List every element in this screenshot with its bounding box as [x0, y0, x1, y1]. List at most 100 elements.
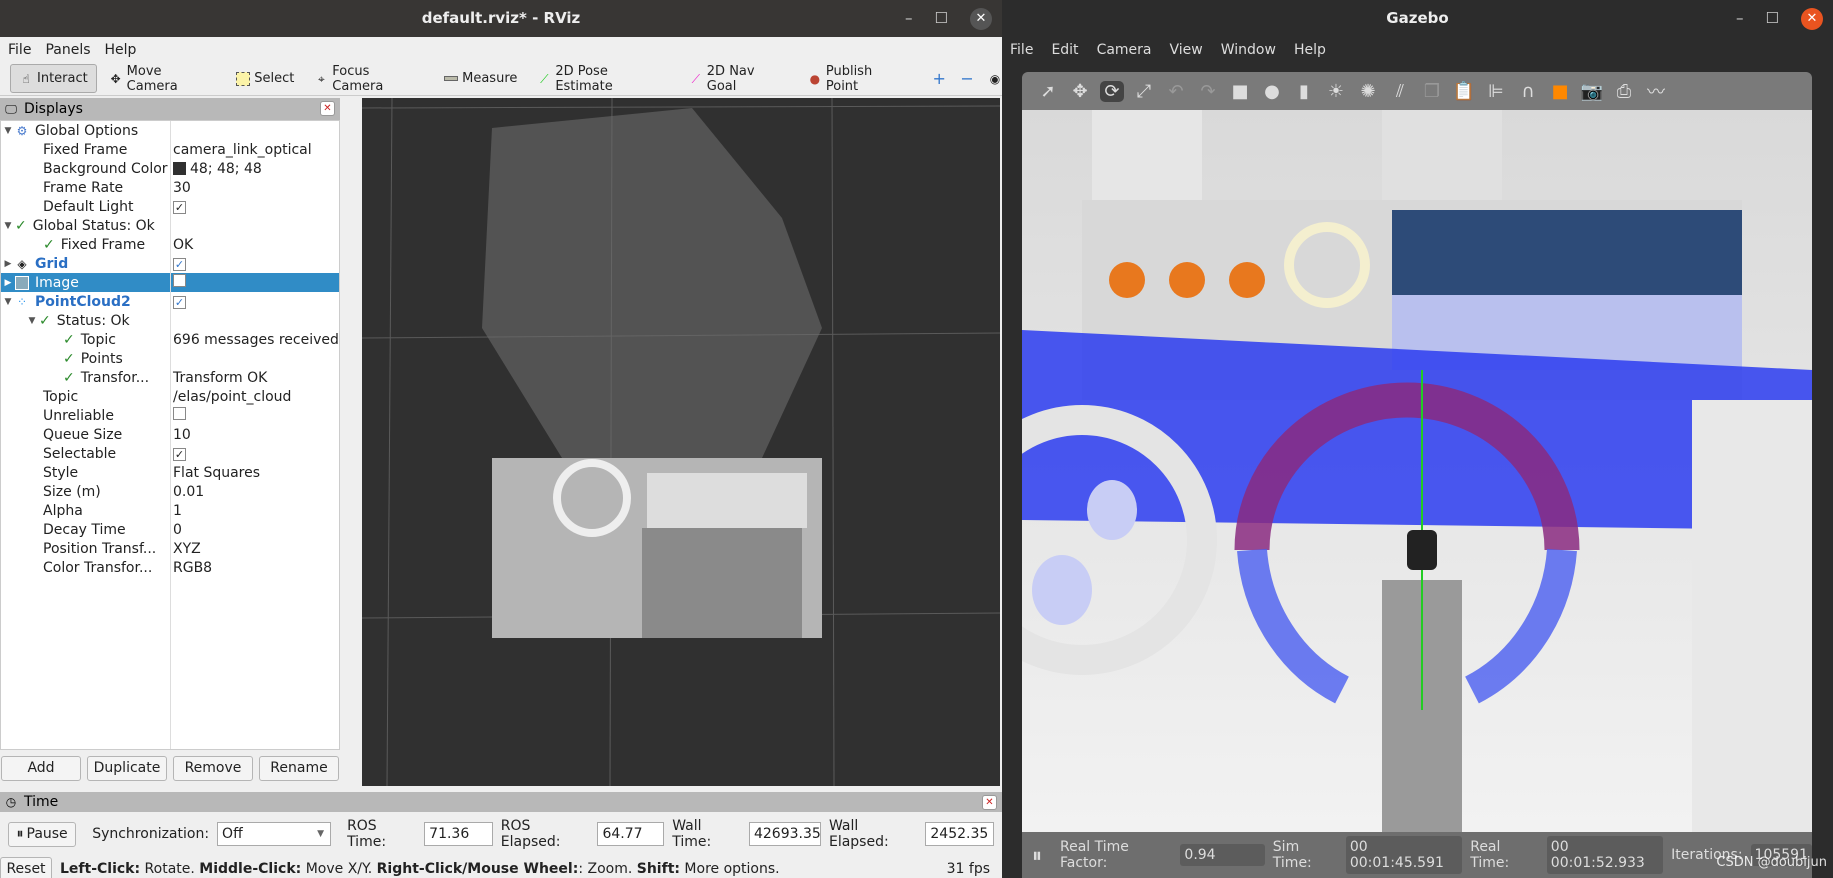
sphere-icon[interactable]: ● — [1260, 81, 1284, 102]
tree-row-grid[interactable]: ▶ ◈ Grid ✓ — [1, 254, 339, 273]
pause-icon[interactable]: ⏸ — [1032, 843, 1042, 867]
tree-row-unreliable[interactable]: Unreliable — [1, 406, 339, 425]
row-value[interactable]: 1 — [171, 503, 182, 519]
selectable-checkbox[interactable]: ✓ — [173, 447, 186, 461]
expand-arrow-icon[interactable]: ▼ — [1, 126, 15, 136]
wall-time-field[interactable]: 42693.35 — [748, 822, 821, 846]
tool-2d-pose-estimate[interactable]: ⟋ 2D Pose Estimate — [529, 58, 676, 100]
menu-help[interactable]: Help — [105, 42, 137, 58]
wall-elapsed-field[interactable]: 2452.35 — [925, 822, 994, 846]
screenshot-icon[interactable]: 📷 — [1580, 81, 1604, 102]
color-swatch[interactable] — [173, 161, 186, 175]
tree-row-frame-rate[interactable]: Frame Rate 30 — [1, 178, 339, 197]
minimize-button[interactable]: – — [1736, 0, 1744, 37]
box-icon[interactable]: ■ — [1228, 81, 1252, 102]
display-tree[interactable]: ▼ ⚙ Global Options Fixed Frame camera_link_… — [0, 120, 340, 750]
tree-row-pointcloud2[interactable]: ▼ ⁘ PointCloud2 ✓ — [1, 292, 339, 311]
align-icon[interactable]: ⊫ — [1484, 81, 1508, 102]
plot-icon[interactable]: 〰 — [1644, 78, 1668, 104]
expand-arrow-icon[interactable]: ▼ — [1, 221, 15, 231]
tree-row-status-topic[interactable]: ✓ Topic 696 messages received — [1, 330, 339, 349]
tree-row-position-transformer[interactable]: Position Transf... XYZ — [1, 539, 339, 558]
unreliable-checkbox[interactable] — [173, 407, 186, 420]
tree-row-global-options[interactable]: ▼ ⚙ Global Options — [1, 121, 339, 140]
add-tool-icon[interactable]: + — [932, 70, 946, 86]
tree-row-status-points[interactable]: ✓ Points — [1, 349, 339, 368]
tree-row-size[interactable]: Size (m) 0.01 — [1, 482, 339, 501]
tool-publish-point[interactable]: ● Publish Point — [800, 58, 916, 100]
duplicate-button[interactable]: Duplicate — [87, 756, 167, 781]
tool-move-camera[interactable]: ✥ Move Camera — [101, 58, 225, 100]
expand-arrow-icon[interactable]: ▼ — [25, 316, 39, 326]
tree-row-status-fixed-frame[interactable]: ✓ Fixed Frame OK — [1, 235, 339, 254]
ros-time-field[interactable]: 71.36 — [424, 822, 493, 846]
pause-button[interactable]: ⏸ Pause — [8, 821, 77, 847]
gazebo-3d-scene[interactable] — [1022, 110, 1812, 832]
close-panel-button[interactable]: ✕ — [320, 101, 335, 116]
menu-edit[interactable]: Edit — [1051, 42, 1078, 58]
row-value[interactable]: camera_link_optical — [171, 142, 312, 158]
row-value[interactable]: 0 — [171, 522, 182, 538]
add-button[interactable]: Add — [1, 756, 81, 781]
tree-row-topic[interactable]: Topic/elas/point_cloud — [1, 387, 339, 406]
close-panel-button[interactable]: ✕ — [982, 795, 997, 810]
rename-button[interactable]: Rename — [259, 756, 339, 781]
close-button[interactable]: ✕ — [1801, 7, 1823, 30]
row-value[interactable]: 48; 48; 48 — [190, 161, 262, 177]
default-light-checkbox[interactable]: ✓ — [173, 200, 186, 214]
image-checkbox[interactable] — [173, 274, 186, 287]
row-value[interactable]: RGB8 — [171, 560, 212, 576]
menu-panels[interactable]: Panels — [45, 42, 90, 58]
grid-checkbox[interactable]: ✓ — [173, 257, 186, 271]
maximize-button[interactable]: ☐ — [935, 0, 948, 37]
row-value[interactable]: Flat Squares — [171, 465, 260, 481]
tool-select[interactable]: Select — [228, 65, 302, 92]
pointcloud-checkbox[interactable]: ✓ — [173, 295, 186, 309]
expand-arrow-icon[interactable]: ▶ — [1, 259, 15, 269]
minimize-button[interactable]: – — [905, 0, 913, 37]
maximize-button[interactable]: ☐ — [1766, 0, 1779, 37]
log-icon[interactable]: ⎙ — [1612, 81, 1636, 102]
3d-viewport[interactable] — [362, 98, 1000, 786]
cylinder-icon[interactable]: ▮ — [1292, 81, 1316, 102]
tree-row-decay-time[interactable]: Decay Time 0 — [1, 520, 339, 539]
reset-button[interactable]: Reset — [0, 856, 52, 878]
sync-select[interactable]: Off ▼ — [217, 822, 332, 846]
menu-camera[interactable]: Camera — [1097, 42, 1152, 58]
tool-focus-camera[interactable]: ⌖ Focus Camera — [306, 58, 432, 100]
tree-row-status-transform[interactable]: ✓ Transfor... Transform OK — [1, 368, 339, 387]
scale-icon[interactable]: ⤢ — [1132, 81, 1156, 102]
view-angle-icon[interactable]: ■ — [1548, 81, 1572, 102]
menu-file[interactable]: File — [1010, 42, 1033, 58]
paste-icon[interactable]: 📋 — [1452, 81, 1476, 102]
undo-icon[interactable]: ↶ — [1164, 81, 1188, 102]
translate-icon[interactable]: ✥ — [1068, 81, 1092, 102]
tool-2d-nav-goal[interactable]: ⟋ 2D Nav Goal — [681, 58, 796, 100]
ros-elapsed-field[interactable]: 64.77 — [597, 822, 665, 846]
tree-row-color-transformer[interactable]: Color Transfor... RGB8 — [1, 558, 339, 577]
tree-row-image[interactable]: ▶ Image — [1, 273, 339, 292]
eye-icon[interactable]: ◉ — [988, 72, 1002, 86]
menu-help[interactable]: Help — [1294, 42, 1326, 58]
rotate-icon[interactable]: ⟳ — [1100, 80, 1124, 102]
menu-file[interactable]: File — [8, 42, 31, 58]
tree-row-selectable[interactable]: Selectable ✓ — [1, 444, 339, 463]
remove-tool-icon[interactable]: − — [960, 70, 974, 86]
redo-icon[interactable]: ↷ — [1196, 81, 1220, 102]
snap-icon[interactable]: ∩ — [1516, 81, 1540, 102]
tree-row-global-status[interactable]: ▼ ✓ Global Status: Ok — [1, 216, 339, 235]
row-value[interactable]: 30 — [171, 180, 191, 196]
tree-row-background-color[interactable]: Background Color 48; 48; 48 — [1, 159, 339, 178]
point-light-icon[interactable]: ☀ — [1324, 81, 1348, 102]
tree-row-style[interactable]: Style Flat Squares — [1, 463, 339, 482]
copy-icon[interactable]: ❐ — [1420, 81, 1444, 102]
remove-button[interactable]: Remove — [173, 756, 253, 781]
tree-row-queue-size[interactable]: Queue Size 10 — [1, 425, 339, 444]
row-value[interactable]: /elas/point_cloud — [171, 389, 291, 405]
tree-row-fixed-frame[interactable]: Fixed Frame camera_link_optical — [1, 140, 339, 159]
tree-row-default-light[interactable]: Default Light ✓ — [1, 197, 339, 216]
tree-row-alpha[interactable]: Alpha 1 — [1, 501, 339, 520]
spot-light-icon[interactable]: ✺ — [1356, 81, 1380, 102]
expand-arrow-icon[interactable]: ▶ — [1, 278, 15, 288]
menu-view[interactable]: View — [1170, 42, 1203, 58]
